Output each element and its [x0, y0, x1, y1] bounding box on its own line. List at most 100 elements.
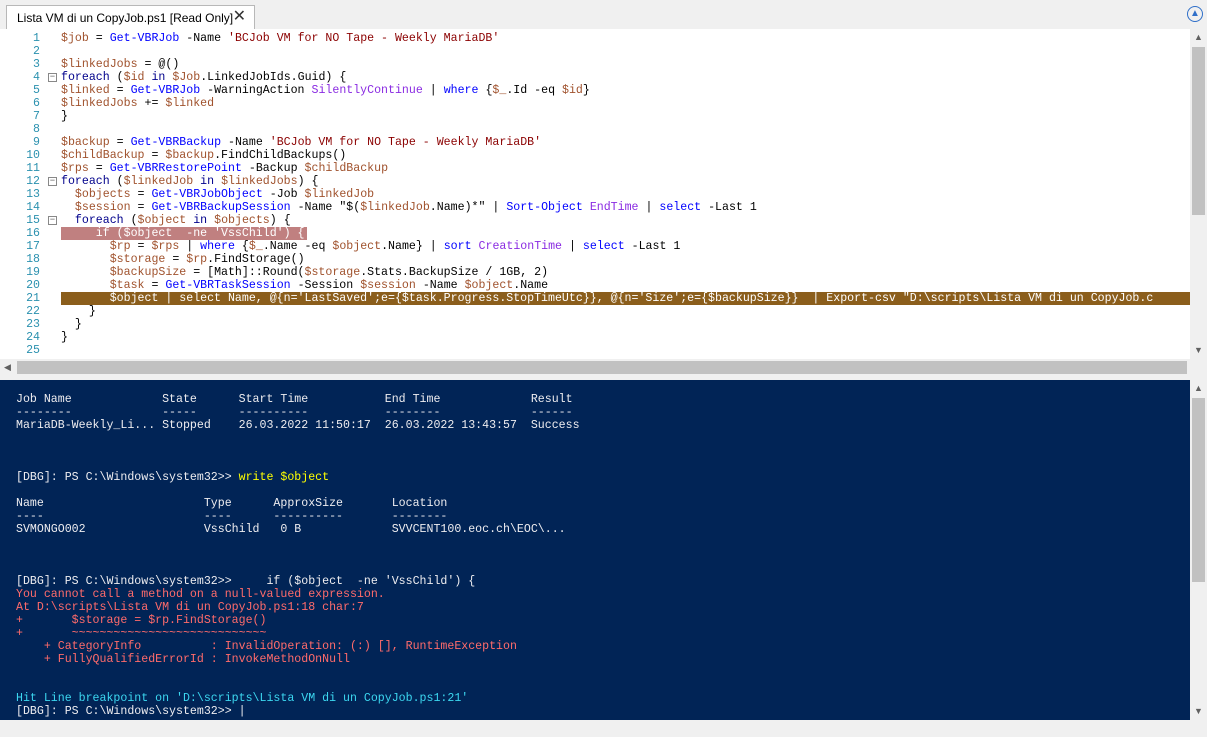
editor-line[interactable]: 4− foreach ($id in $Job.LinkedJobIds.Guid…	[0, 71, 1190, 84]
console-vertical-scrollbar[interactable]: ▲ ▼	[1190, 380, 1207, 720]
status-strip	[0, 720, 1207, 737]
console-line: ---- ---- ---------- --------	[16, 510, 447, 523]
line-number: 6	[33, 97, 40, 110]
editor-line[interactable]: 13 $objects = Get-VBRJobObject -Job $lin…	[0, 188, 1190, 201]
console-line: You cannot call a method on a null-value…	[16, 588, 385, 601]
code-text: $rps = Get-VBRRestorePoint -Backup $chil…	[61, 162, 389, 175]
code-text: }	[61, 331, 68, 344]
editor-line[interactable]: 16 if ($object -ne 'VssChild') {	[0, 227, 1190, 240]
tab-bar: Lista VM di un CopyJob.ps1 [Read Only] ✕…	[0, 0, 1207, 30]
editor-line[interactable]: 15− foreach ($object in $objects) {	[0, 214, 1190, 227]
line-number: 14	[26, 201, 40, 214]
editor-vertical-scrollbar[interactable]: ▲ ▼	[1190, 29, 1207, 359]
line-number: 7	[33, 110, 40, 123]
editor-line[interactable]: 23 }	[0, 318, 1190, 331]
editor-line[interactable]: 12− foreach ($linkedJob in $linkedJobs) {	[0, 175, 1190, 188]
console-line: [DBG]: PS C:\Windows\system32>> write $o…	[16, 471, 329, 484]
console-text: [DBG]: PS C:\Windows\system32>>	[16, 471, 239, 484]
console-text: + ~~~~~~~~~~~~~~~~~~~~~~~~~~~~	[16, 627, 267, 640]
code-text: $session = Get-VBRBackupSession -Name "$…	[74, 201, 757, 214]
console-line: At D:\scripts\Lista VM di un CopyJob.ps1…	[16, 601, 364, 614]
scroll-down-icon[interactable]: ▼	[1194, 706, 1203, 716]
editor-line[interactable]: 10 $childBackup = $backup.FindChildBackup…	[0, 149, 1190, 162]
tab-script[interactable]: Lista VM di un CopyJob.ps1 [Read Only] ✕	[6, 5, 255, 29]
code-text: $task = Get-VBRTaskSession -Session $ses…	[109, 279, 549, 292]
code-text: $backupSize = [Math]::Round($storage.Sta…	[109, 266, 549, 279]
console-text: At D:\scripts\Lista VM di un CopyJob.ps1…	[16, 601, 364, 614]
editor-line[interactable]: 11 $rps = Get-VBRRestorePoint -Backup $ch…	[0, 162, 1190, 175]
fold-toggle-icon[interactable]: −	[48, 73, 57, 82]
scroll-up-icon[interactable]: ▲	[1194, 383, 1203, 393]
console-line: SVMONGO002 VssChild 0 B SVVCENT100.eoc.c…	[16, 523, 566, 536]
editor-line[interactable]: 17 $rp = $rps | where {$_.Name -eq $obje…	[0, 240, 1190, 253]
console-line: + CategoryInfo : InvalidOperation: (:) […	[16, 640, 517, 653]
console-text: Hit Line breakpoint on 'D:\scripts\Lista…	[16, 692, 469, 705]
scroll-down-icon[interactable]: ▼	[1194, 345, 1203, 355]
editor-scroll-thumb[interactable]	[1192, 47, 1205, 215]
code-text: foreach ($object in $objects) {	[74, 214, 291, 227]
console-text: Name Type ApproxSize Location	[16, 497, 448, 510]
line-number: 16	[26, 227, 40, 240]
line-number: 1	[33, 32, 40, 45]
fold-toggle-icon[interactable]: −	[48, 216, 57, 225]
line-number: 17	[26, 240, 40, 253]
editor-line[interactable]: 1 $job = Get-VBRJob -Name 'BCJob VM for N…	[0, 32, 1190, 45]
editor-line[interactable]: 18 $storage = $rp.FindStorage()	[0, 253, 1190, 266]
editor-line[interactable]: 21 $object | select Name, @{n='LastSaved…	[0, 292, 1191, 305]
line-number: 18	[26, 253, 40, 266]
script-editor[interactable]: 1 $job = Get-VBRJob -Name 'BCJob VM for N…	[0, 29, 1207, 359]
code-text: $childBackup = $backup.FindChildBackups(…	[61, 149, 347, 162]
code-text: $object | select Name, @{n='LastSaved';e…	[61, 292, 1154, 305]
close-icon[interactable]: ✕	[233, 8, 246, 26]
console-line: MariaDB-Weekly_Li... Stopped 26.03.2022 …	[16, 419, 580, 432]
fold-toggle-icon[interactable]: −	[48, 177, 57, 186]
console-scroll-thumb[interactable]	[1192, 398, 1205, 582]
code-text: $storage = $rp.FindStorage()	[109, 253, 305, 266]
editor-line[interactable]: 6 $linkedJobs += $linked	[0, 97, 1190, 110]
console-pane[interactable]: Job Name State Start Time End Time Resul…	[0, 380, 1190, 720]
code-text: $rp = $rps | where {$_.Name -eq $object.…	[109, 240, 681, 253]
editor-line[interactable]: 20 $task = Get-VBRTaskSession -Session $…	[0, 279, 1190, 292]
editor-line[interactable]: 14 $session = Get-VBRBackupSession -Name…	[0, 201, 1190, 214]
console-line: Job Name State Start Time End Time Resul…	[16, 393, 573, 406]
line-number: 3	[33, 58, 40, 71]
console-line: [DBG]: PS C:\Windows\system32>> |	[16, 705, 246, 718]
console-line: [DBG]: PS C:\Windows\system32>> if ($obj…	[16, 575, 475, 588]
code-text: $linkedJobs += $linked	[61, 97, 215, 110]
line-number: 2	[33, 45, 40, 58]
line-number: 9	[33, 136, 40, 149]
console-text: You cannot call a method on a null-value…	[16, 588, 385, 601]
console-text: [DBG]: PS C:\Windows\system32>> if ($obj…	[16, 575, 476, 588]
code-text: $linkedJobs = @()	[61, 58, 180, 71]
editor-line[interactable]: 22 }	[0, 305, 1190, 318]
console-text: + CategoryInfo : InvalidOperation: (:) […	[16, 640, 517, 653]
line-number: 22	[26, 305, 40, 318]
console-text: SVMONGO002 VssChild 0 B SVVCENT100.eoc.c…	[16, 523, 566, 536]
editor-line[interactable]: 25	[0, 344, 1190, 357]
line-number: 24	[26, 331, 40, 344]
code-text: if ($object -ne 'VssChild') {	[61, 227, 305, 240]
collapse-script-pane-icon[interactable]: ▲	[1187, 6, 1203, 22]
editor-line[interactable]: 3 $linkedJobs = @()	[0, 58, 1190, 71]
editor-line[interactable]: 7}	[0, 110, 1190, 123]
line-number: 5	[33, 84, 40, 97]
line-number: 8	[33, 123, 40, 136]
editor-horizontal-scrollbar[interactable]: ◀	[0, 359, 1190, 376]
editor-line[interactable]: 9 $backup = Get-VBRBackup -Name 'BCJob VM…	[0, 136, 1190, 149]
console-text: MariaDB-Weekly_Li... Stopped 26.03.2022 …	[16, 419, 580, 432]
editor-line[interactable]: 5 $linked = Get-VBRJob -WarningAction Sil…	[0, 84, 1190, 97]
scroll-left-icon[interactable]: ◀	[4, 362, 11, 373]
code-text: $linked = Get-VBRJob -WarningAction Sile…	[61, 84, 590, 97]
console-line: + FullyQualifiedErrorId : InvokeMethodOn…	[16, 653, 350, 666]
line-number: 23	[26, 318, 40, 331]
line-number: 19	[26, 266, 40, 279]
console-text: ---- ---- ---------- --------	[16, 510, 448, 523]
editor-line[interactable]: 2	[0, 45, 1190, 58]
editor-line[interactable]: 8	[0, 123, 1190, 136]
code-text: foreach ($linkedJob in $linkedJobs) {	[61, 175, 319, 188]
console-text: + FullyQualifiedErrorId : InvokeMethodOn…	[16, 653, 350, 666]
scroll-up-icon[interactable]: ▲	[1194, 32, 1203, 42]
editor-hscroll-thumb[interactable]	[17, 361, 1187, 374]
editor-line[interactable]: 24}	[0, 331, 1190, 344]
editor-line[interactable]: 19 $backupSize = [Math]::Round($storage.…	[0, 266, 1190, 279]
